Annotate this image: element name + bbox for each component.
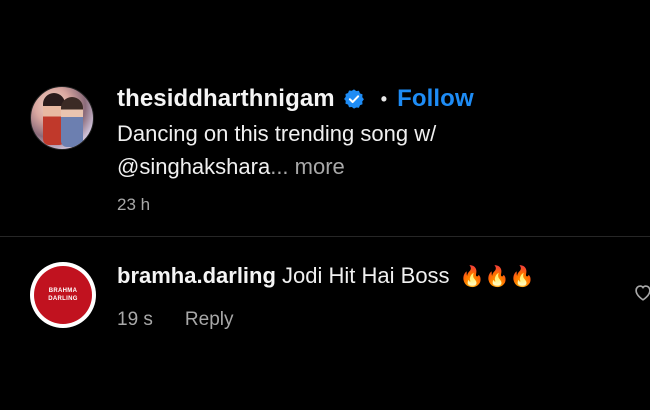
caption-line-1: Dancing on this trending song w/ <box>117 121 437 146</box>
post-author-avatar[interactable] <box>30 86 94 150</box>
comment-text: Jodi Hit Hai Boss <box>282 263 450 288</box>
more-button[interactable]: ... more <box>270 154 345 179</box>
caption-mention[interactable]: @singhakshara <box>117 154 270 179</box>
comment-body: bramha.darling Jodi Hit Hai Boss 🔥🔥🔥 19 … <box>117 261 617 331</box>
avatar-logo-line-2: DARLING <box>48 296 78 302</box>
post-timestamp: 23 h <box>117 195 151 214</box>
heart-outline-icon[interactable] <box>632 281 650 303</box>
comment-item: BRAHMA DARLING bramha.darling Jodi Hit H… <box>0 237 650 410</box>
comment-username[interactable]: bramha.darling <box>117 263 276 288</box>
verified-badge-icon <box>343 89 364 109</box>
avatar-figure-right <box>61 97 83 147</box>
post-caption: Dancing on this trending song w/ @singha… <box>117 117 637 183</box>
follow-button[interactable]: Follow <box>397 85 474 113</box>
commenter-avatar[interactable]: BRAHMA DARLING <box>30 262 96 328</box>
separator-dot: • <box>380 88 388 109</box>
comment-time: 19 s <box>117 309 153 330</box>
post-body: thesiddharthnigam • Follow Dancing on th… <box>117 84 637 215</box>
caption-line-2: @singhakshara... more <box>117 150 637 183</box>
post-username-row: thesiddharthnigam • Follow <box>117 84 637 114</box>
comment-meta: 19 s Reply <box>117 309 617 331</box>
comment-line: bramha.darling Jodi Hit Hai Boss 🔥🔥🔥 <box>117 261 617 292</box>
avatar-logo-line-1: BRAHMA <box>48 288 78 294</box>
commenter-avatar-logo: BRAHMA DARLING <box>34 266 92 324</box>
post-username[interactable]: thesiddharthnigam <box>117 85 335 113</box>
reply-button[interactable]: Reply <box>185 309 234 331</box>
post-header: thesiddharthnigam • Follow Dancing on th… <box>0 0 650 235</box>
fire-emoji-icon: 🔥🔥🔥 <box>459 266 535 288</box>
